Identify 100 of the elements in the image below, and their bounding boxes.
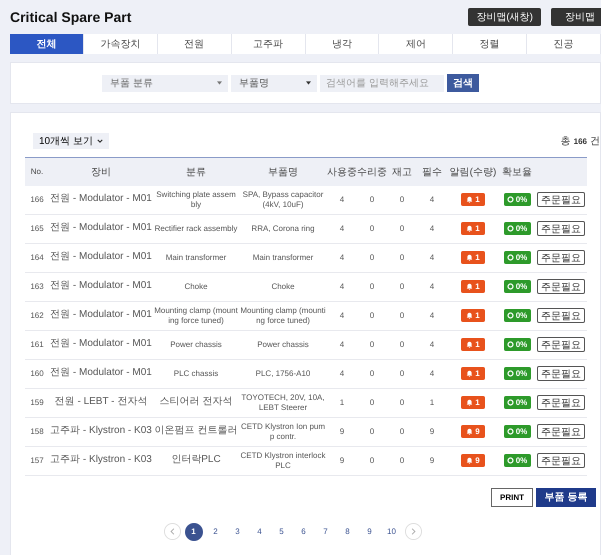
category-cell: Main transformer xyxy=(166,252,226,262)
order-needed-button[interactable]: 주문필요 xyxy=(537,366,585,381)
order-needed-button[interactable]: 주문필요 xyxy=(537,250,585,265)
category-cell: 스티어러 전자석 xyxy=(160,396,232,408)
stock-cell: 0 xyxy=(400,340,404,348)
search-button[interactable]: 검색 xyxy=(447,74,479,92)
page-number[interactable]: 7 xyxy=(316,522,334,540)
category-cell: 이온펌프 컨트롤러 xyxy=(154,425,238,436)
row-number: 159 xyxy=(30,398,44,406)
category-cell: Choke xyxy=(184,282,208,290)
category-cell: Power chassis xyxy=(170,340,222,348)
in-use-cell: 9 xyxy=(340,426,344,436)
equipment-map-button[interactable]: 장비맵(새창) xyxy=(468,8,541,26)
page-title: Critical Spare Part xyxy=(10,9,132,25)
order-needed-button[interactable]: 주문필요 xyxy=(537,424,585,439)
page-number[interactable]: 10 xyxy=(382,522,400,540)
repairing-cell: 0 xyxy=(370,340,374,348)
required-cell: 1 xyxy=(430,398,434,406)
part-name-cell: CETD Klystron Ion pump contr. xyxy=(240,422,326,440)
column-header: 장비 xyxy=(91,166,111,178)
order-needed-button[interactable]: 주문필요 xyxy=(537,221,585,236)
alarm-badge: 1 xyxy=(461,193,485,206)
page-number[interactable]: 9 xyxy=(360,522,378,540)
equipment-cell: 전원 - Modulator - M01 xyxy=(50,193,152,204)
order-needed-button[interactable]: 주문필요 xyxy=(537,279,585,294)
required-cell: 4 xyxy=(430,224,434,232)
in-use-cell: 4 xyxy=(340,310,344,320)
order-needed-button[interactable]: 주문필요 xyxy=(537,308,585,323)
required-cell: 4 xyxy=(430,340,434,348)
repairing-cell: 0 xyxy=(370,456,374,464)
order-needed-button[interactable]: 주문필요 xyxy=(537,337,585,352)
part-name-cell: RRA, Corona ring xyxy=(251,224,315,232)
equipment-map-button[interactable]: 장비맵 xyxy=(551,8,601,26)
page-size-dropdown[interactable]: 10개씩 보기 xyxy=(33,133,109,149)
repairing-cell: 0 xyxy=(370,194,374,204)
secured-rate-badge: 0% xyxy=(504,367,530,380)
repairing-cell: 0 xyxy=(370,252,374,262)
in-use-cell: 4 xyxy=(340,194,344,204)
row-number: 161 xyxy=(30,340,44,348)
page-number[interactable]: 4 xyxy=(250,522,268,540)
alarm-badge: 9 xyxy=(461,425,485,438)
caret-icon xyxy=(217,81,222,85)
equipment-cell: 전원 - Modulator - M01 xyxy=(50,222,152,234)
repairing-cell: 0 xyxy=(370,282,374,290)
equipment-cell: 전원 - Modulator - M01 xyxy=(50,338,152,350)
order-needed-button[interactable]: 주문필요 xyxy=(537,453,585,468)
total-label: 총 xyxy=(560,135,571,148)
page-number[interactable]: 1 xyxy=(184,522,202,540)
total-count: 166 xyxy=(574,136,587,146)
required-cell: 4 xyxy=(430,310,434,320)
in-use-cell: 1 xyxy=(340,398,344,406)
part-name-cell: CETD Klystron interlock PLC xyxy=(240,450,326,470)
page-number[interactable]: 2 xyxy=(206,522,224,540)
stock-cell: 0 xyxy=(400,426,404,436)
secured-rate-badge: 0% xyxy=(504,396,530,409)
row-number: 158 xyxy=(30,426,44,436)
column-header: 재고 xyxy=(392,166,412,178)
row-number: 163 xyxy=(30,282,44,290)
required-cell: 9 xyxy=(430,456,434,464)
equipment-cell: 전원 - Modulator - M01 xyxy=(50,251,152,262)
order-needed-button[interactable]: 주문필요 xyxy=(537,192,585,207)
page-number[interactable]: 5 xyxy=(272,522,290,540)
category-cell: Mounting clamp (mounting force tuned) xyxy=(154,306,238,324)
part-select[interactable]: 부품명 xyxy=(231,74,317,92)
part-name-cell: Choke xyxy=(271,282,295,290)
alarm-badge: 1 xyxy=(461,280,485,293)
stock-cell: 0 xyxy=(400,368,404,378)
order-needed-button[interactable]: 주문필요 xyxy=(537,395,585,410)
page-number[interactable]: 3 xyxy=(228,522,246,540)
total-label: 건 xyxy=(590,135,600,148)
next-page-icon[interactable] xyxy=(404,523,422,540)
page-number[interactable]: 8 xyxy=(338,522,356,540)
stock-cell: 0 xyxy=(400,224,404,232)
repairing-cell: 0 xyxy=(370,224,374,232)
repairing-cell: 0 xyxy=(370,310,374,320)
equipment-cell: 고주파 - Klystron - K03 xyxy=(50,425,152,436)
required-cell: 9 xyxy=(430,426,434,436)
category-select[interactable]: 부품 분류 xyxy=(102,74,228,92)
column-header: 부품명 xyxy=(268,166,298,178)
column-header: 분류 xyxy=(186,166,206,178)
chevron-down-icon xyxy=(96,139,103,143)
equipment-cell: 전원 - Modulator - M01 xyxy=(50,367,152,378)
alarm-badge: 1 xyxy=(461,338,485,351)
search-field[interactable]: 검색어를 입력해주세요 xyxy=(320,74,444,92)
category-tab[interactable]: 전체 xyxy=(10,34,84,54)
row-number: 160 xyxy=(30,368,44,378)
secured-rate-badge: 0% xyxy=(504,309,530,322)
alarm-badge: 1 xyxy=(461,251,485,264)
page-number[interactable]: 6 xyxy=(294,522,312,540)
alarm-badge: 1 xyxy=(461,367,485,380)
register-part-button[interactable]: 부품 등록 xyxy=(536,488,596,506)
secured-rate-badge: 0% xyxy=(504,425,530,438)
previous-page-icon[interactable] xyxy=(164,523,180,540)
print-button[interactable]: PRINT xyxy=(491,488,533,506)
row-number: 166 xyxy=(30,194,44,204)
column-header: No. xyxy=(30,167,44,176)
in-use-cell: 4 xyxy=(340,224,344,232)
category-cell: PLC chassis xyxy=(174,368,218,378)
secured-rate-badge: 0% xyxy=(504,280,530,293)
column-header: 알림(수량) xyxy=(450,166,496,178)
